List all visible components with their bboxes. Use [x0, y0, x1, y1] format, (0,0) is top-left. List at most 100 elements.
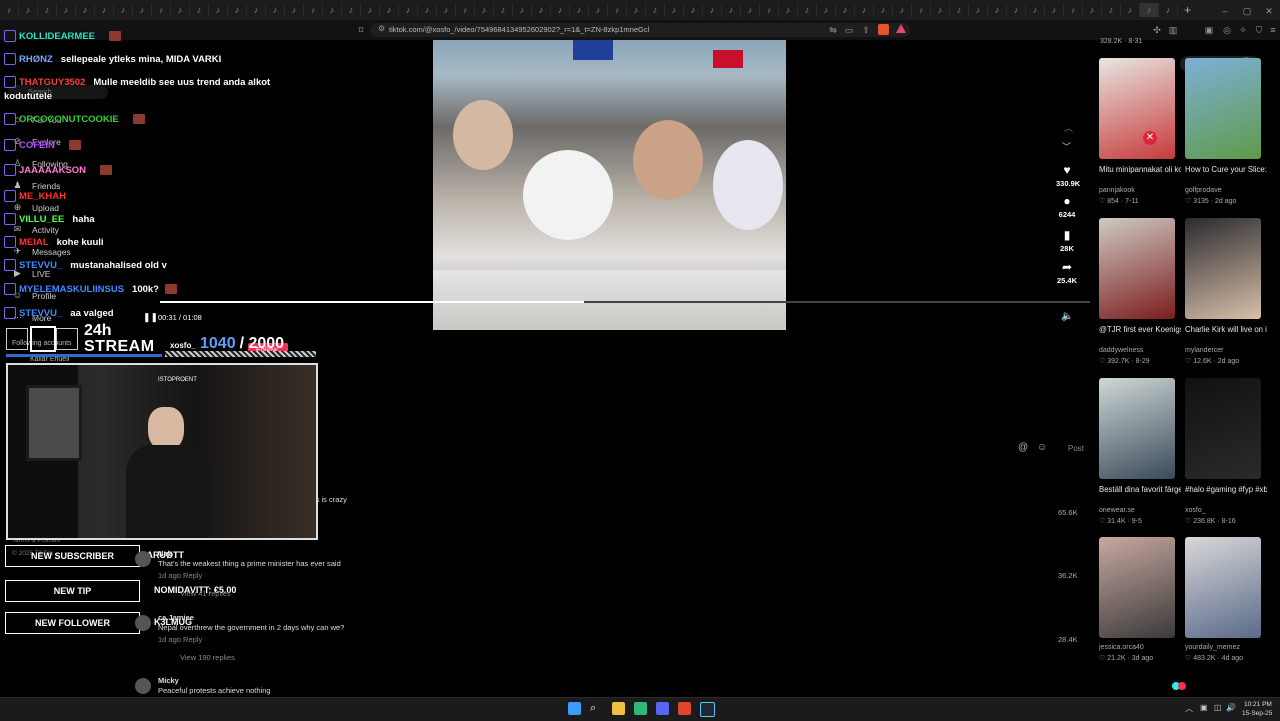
brave-shield-icon[interactable]	[878, 24, 889, 35]
browser-tab[interactable]: ♪	[475, 3, 494, 17]
comment-meta[interactable]: 1d ago Reply	[158, 571, 202, 580]
browser-tab[interactable]: ♪	[323, 3, 342, 17]
previous-video-icon[interactable]: ︿	[1064, 121, 1073, 134]
browser-tab[interactable]: ♪	[969, 3, 988, 17]
browser-tab[interactable]: ♪	[722, 3, 741, 17]
browser-tab[interactable]: ♪	[779, 3, 798, 17]
browser-tab[interactable]: ♪	[646, 3, 665, 17]
browser-tab[interactable]: ♪	[950, 3, 969, 17]
video-author[interactable]: onewear.se	[1099, 507, 1135, 514]
browser-tab[interactable]: ♪	[817, 3, 836, 17]
clock-time[interactable]: 10:21 PM	[1244, 701, 1272, 708]
video-thumbnail[interactable]	[1185, 378, 1261, 479]
clock-date[interactable]: 15-Sep-25	[1242, 710, 1272, 717]
extensions-icon[interactable]: ✣	[1152, 25, 1162, 35]
comment-author[interactable]: Nab	[158, 549, 172, 558]
browser-tab[interactable]: ♪	[760, 3, 779, 17]
video-thumbnail[interactable]	[1185, 218, 1261, 319]
tray-chevron-icon[interactable]: ︿	[1185, 703, 1193, 714]
volume-tray-icon[interactable]: 🔊	[1226, 703, 1236, 712]
browser-tab[interactable]: ♪	[570, 3, 589, 17]
brave-rewards-icon[interactable]	[896, 24, 906, 33]
browser-tab[interactable]: ♪	[1121, 3, 1140, 17]
comment-like-count[interactable]: 65.6K	[1058, 508, 1078, 517]
browser-tab[interactable]: ♪	[589, 3, 608, 17]
browser-tab[interactable]: ♪	[627, 3, 646, 17]
browser-tab[interactable]: ♪	[228, 3, 247, 17]
browser-tab[interactable]: ♪	[266, 3, 285, 17]
video-thumbnail[interactable]	[1099, 58, 1175, 159]
browser-tab[interactable]: ♪	[798, 3, 817, 17]
view-replies-link[interactable]: View 190 replies	[180, 653, 235, 662]
browser-tab[interactable]: ♪	[665, 3, 684, 17]
browser-tab[interactable]: ♪	[1102, 3, 1121, 17]
video-author[interactable]: yourdaily_memez	[1185, 644, 1240, 651]
video-title[interactable]: Mitu minipannakat oli kotis? 😅 🍷...	[1099, 164, 1181, 175]
browser-tab[interactable]: ♪	[931, 3, 950, 17]
browser-tab[interactable]: ♪	[494, 3, 513, 17]
green-app-icon[interactable]	[634, 702, 647, 715]
browser-tab[interactable]: ♪	[152, 3, 171, 17]
browser-tab[interactable]: ♪	[342, 3, 361, 17]
steam-icon[interactable]	[700, 702, 715, 717]
browser-tab[interactable]: ♪	[361, 3, 380, 17]
video-author[interactable]: jessica.orca40	[1099, 644, 1144, 651]
pause-icon[interactable]: ❚❚	[143, 312, 158, 323]
browser-tab[interactable]: ♪	[532, 3, 551, 17]
next-video-icon[interactable]: ﹀	[1062, 140, 1071, 153]
bookmark-page-icon[interactable]: ⌑	[356, 25, 366, 35]
avatar[interactable]	[135, 615, 151, 631]
browser-tab[interactable]: ♪	[437, 3, 456, 17]
emoji-icon[interactable]: ☺	[1037, 442, 1047, 453]
browser-tab[interactable]: ♪	[513, 3, 532, 17]
browser-tab[interactable]: ♪	[1140, 3, 1159, 17]
minimize-icon[interactable]: –	[1220, 6, 1230, 16]
video-title[interactable]: Beställ dina favorit färger på flätade..…	[1099, 484, 1181, 495]
browser-tab[interactable]: ♪	[0, 3, 19, 17]
browser-tab[interactable]: ♪	[456, 3, 475, 17]
sidebar-icon[interactable]: ▥	[1168, 25, 1178, 35]
shield-icon[interactable]: ⛉	[1254, 25, 1264, 35]
browser-tab[interactable]: ♪	[703, 3, 722, 17]
browser-tab[interactable]: ♪	[1026, 3, 1045, 17]
browser-tab[interactable]: ♪	[836, 3, 855, 17]
avatar[interactable]	[135, 551, 151, 567]
browser-tab[interactable]: ♪	[1064, 3, 1083, 17]
browser-tab[interactable]: ♪	[95, 3, 114, 17]
leo-icon[interactable]: ✧	[1238, 25, 1248, 35]
video-thumbnail[interactable]	[1185, 537, 1261, 638]
site-info-icon[interactable]: ⚙	[378, 24, 386, 33]
video-thumbnail[interactable]	[1099, 537, 1175, 638]
browser-tab[interactable]: ♪	[209, 3, 228, 17]
cast-icon[interactable]: ▭	[844, 25, 854, 35]
volume-icon[interactable]: 🔈	[1061, 311, 1073, 322]
comment-author[interactable]: ca.Jamiee	[158, 613, 194, 622]
maximize-icon[interactable]: ▢	[1242, 6, 1252, 16]
browser-tab[interactable]: ♪	[855, 3, 874, 17]
browser-tab[interactable]: ♪	[285, 3, 304, 17]
browser-tab[interactable]: ♪	[608, 3, 627, 17]
browser-tab[interactable]: ♪	[133, 3, 152, 17]
browser-tab[interactable]: ♪	[988, 3, 1007, 17]
video-author[interactable]: mylandercer	[1185, 347, 1224, 354]
close-icon[interactable]: ✕	[1264, 6, 1274, 16]
view-replies-link[interactable]: View 41 replies	[180, 589, 231, 598]
bookmark-icon[interactable]: ▮	[1060, 228, 1074, 242]
video-author[interactable]: golfprodave	[1185, 187, 1222, 194]
windows-start-icon[interactable]	[568, 702, 581, 715]
discord-icon[interactable]	[656, 702, 669, 715]
video-title[interactable]: Charlie Kirk will live on in another way…	[1185, 324, 1267, 335]
search-icon[interactable]: ⌕	[590, 702, 603, 715]
video-title[interactable]: #halo #gaming #fyp #xbox #nostalgia	[1185, 484, 1267, 495]
tiktok-get-app-icon-2[interactable]	[1178, 682, 1186, 690]
browser-tab[interactable]: ♪	[38, 3, 57, 17]
tray-app-icon[interactable]: ▣	[1200, 703, 1208, 712]
video-thumbnail[interactable]	[1099, 378, 1175, 479]
video-thumbnail[interactable]	[1185, 58, 1261, 159]
brave-browser-icon[interactable]	[678, 702, 691, 715]
share-icon[interactable]: ➦	[1060, 260, 1074, 274]
menu-icon[interactable]: ≡	[1268, 25, 1278, 35]
browser-tab[interactable]: ♪	[76, 3, 95, 17]
avatar[interactable]	[135, 678, 151, 694]
browser-tab[interactable]: ♪	[399, 3, 418, 17]
